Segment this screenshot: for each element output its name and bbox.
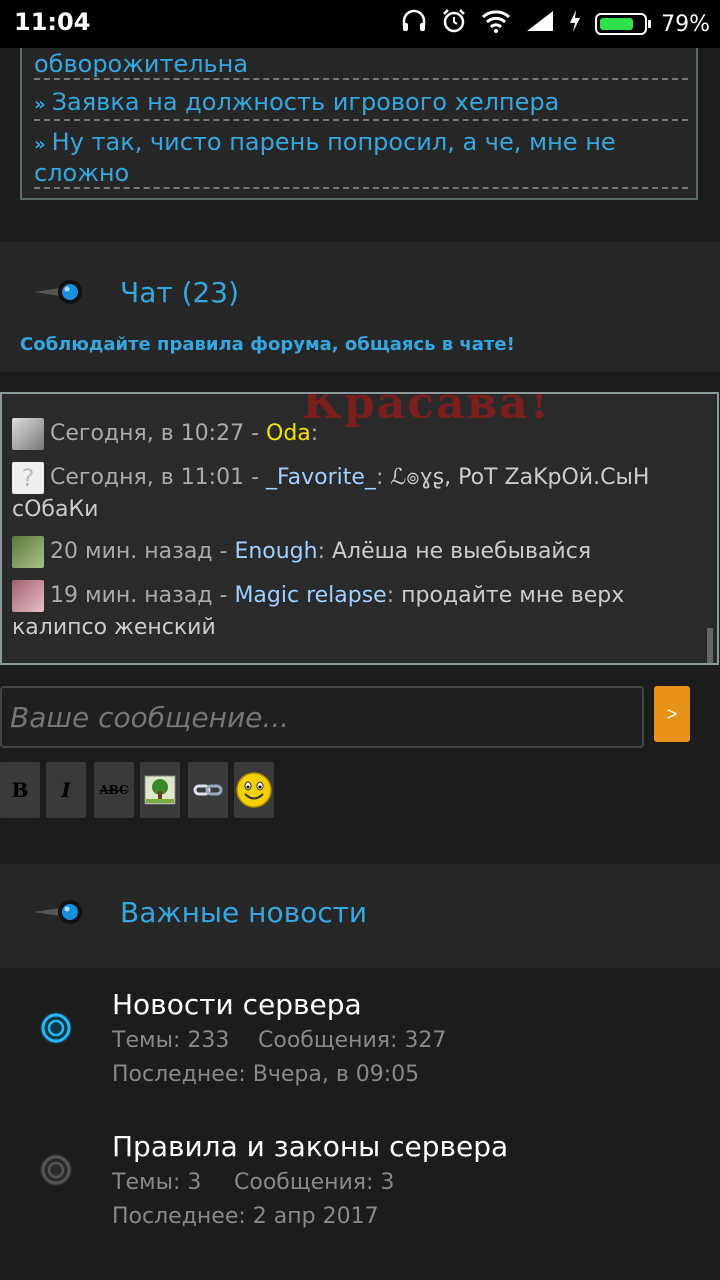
italic-button[interactable]: I — [46, 762, 86, 818]
link-icon — [193, 784, 223, 796]
webcam-icon — [30, 892, 90, 932]
forum-last-post[interactable]: Последнее: Вчера, в 09:05 — [112, 1062, 419, 1087]
avatar[interactable] — [12, 418, 44, 450]
forum-posts-count: Сообщения: 327 — [258, 1028, 447, 1053]
forum-title[interactable]: Новости сервера — [112, 988, 362, 1021]
bold-button[interactable]: B — [0, 762, 40, 818]
avatar[interactable] — [12, 580, 44, 612]
chat-nick[interactable]: Enough — [234, 539, 317, 564]
chat-input-row: > — [0, 686, 720, 750]
forum-title[interactable]: Правила и законы сервера — [112, 1130, 508, 1163]
charging-icon — [569, 9, 581, 39]
thread-link[interactable]: » Ну так, чисто парень попросил, а че, мн… — [34, 128, 688, 189]
chat-message: Сегодня, в 10:27 - Oda: — [12, 418, 702, 450]
chat-nick[interactable]: _Favorite_ — [266, 465, 376, 490]
insert-image-button[interactable] — [140, 762, 180, 818]
image-icon — [144, 775, 176, 805]
chat-message-input[interactable] — [0, 686, 644, 748]
strikethrough-button[interactable]: ABC — [94, 762, 134, 818]
avatar[interactable] — [12, 536, 44, 568]
double-chevron-icon: » — [34, 94, 46, 115]
recent-threads-box: обворожительна » Заявка на должность игро… — [20, 48, 698, 200]
thread-link[interactable]: обворожительна — [34, 50, 688, 80]
chat-rules-note: Соблюдайте правила форума, общаясь в чат… — [20, 334, 515, 355]
forum-row[interactable]: Новости сервера Темы: 233 Сообщения: 327… — [0, 968, 720, 1110]
send-button[interactable]: > — [654, 686, 690, 742]
forum-topics-count: Темы: 233 — [112, 1028, 230, 1053]
alarm-icon — [441, 8, 467, 40]
chat-message: 20 мин. назад - Enough: Алёша не выебыва… — [12, 536, 702, 568]
smiley-icon — [236, 772, 272, 808]
headphones-icon — [401, 9, 427, 39]
news-section-title[interactable]: Важные новости — [120, 896, 367, 929]
forum-row[interactable]: Правила и законы сервера Темы: 3 Сообщен… — [0, 1110, 720, 1252]
forum-inactive-icon — [38, 1152, 74, 1188]
forum-posts-count: Сообщения: 3 — [234, 1170, 395, 1195]
chat-title[interactable]: Чат (23) — [120, 276, 239, 309]
emoji-button[interactable] — [234, 762, 274, 818]
forum-active-icon — [38, 1010, 74, 1046]
chat-nick[interactable]: Oda — [266, 421, 311, 446]
chat-message: 19 мин. назад - Magic relapse: продайте … — [12, 580, 702, 644]
forum-last-post[interactable]: Последнее: 2 апр 2017 — [112, 1204, 379, 1229]
clock: 11:04 — [14, 8, 91, 36]
forum-topics-count: Темы: 3 — [112, 1170, 202, 1195]
avatar[interactable]: ? — [12, 462, 44, 494]
news-section-header: Важные новости — [0, 864, 720, 968]
chat-message: ? Сегодня, в 11:01 - _Favorite_: ℒ๏ɣʂ, Po… — [12, 462, 650, 522]
thread-link[interactable]: » Заявка на должность игрового хелпера — [34, 88, 688, 121]
wifi-icon — [481, 9, 511, 39]
status-bar: 11:04 79% — [0, 0, 720, 48]
webcam-icon — [30, 272, 90, 312]
double-chevron-icon: » — [34, 134, 46, 155]
signal-icon — [525, 9, 555, 39]
insert-link-button[interactable] — [188, 762, 228, 818]
battery-icon — [595, 13, 652, 35]
battery-percent: 79% — [661, 11, 710, 37]
chat-nick[interactable]: Magic relapse — [234, 583, 386, 608]
chat-messages[interactable]: Красава! Сегодня, в 10:27 - Oda: ? Сегодн… — [0, 392, 719, 665]
chat-scrollbar[interactable] — [707, 628, 713, 663]
